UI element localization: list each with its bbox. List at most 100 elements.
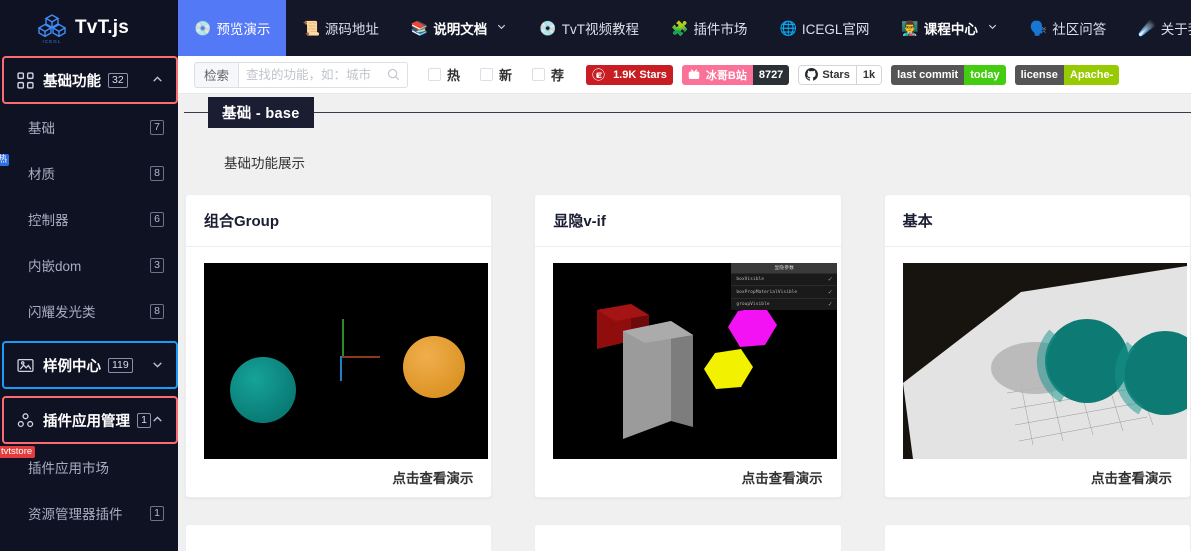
card-body: [885, 247, 1190, 459]
gitee-stars-badge[interactable]: 1.9K Stars: [586, 65, 673, 85]
three-scene-visibility: 显隐参数 boxVisible ✓ boxPropMaterialVisible…: [553, 263, 837, 459]
gui-panel[interactable]: 显隐参数 boxVisible ✓ boxPropMaterialVisible…: [731, 263, 837, 310]
sidebar-group-plugins[interactable]: 插件应用管理 1: [0, 396, 178, 444]
sidebar-item-embedded-dom[interactable]: 内嵌dom 3: [0, 242, 178, 288]
license-badge[interactable]: license Apache-: [1015, 65, 1120, 85]
filter-checkbox-hot[interactable]: 热: [428, 65, 460, 84]
teacher-icon: 👨‍🏫: [901, 21, 918, 35]
sidebar-menu: 基础功能 32 基础 7 热 材质 8 控制器 6: [0, 56, 178, 536]
gui-checkbox-icon[interactable]: ✓: [828, 301, 832, 308]
nav-preview-demo[interactable]: 💿 预览演示: [178, 0, 286, 56]
grid-icon: [17, 72, 34, 89]
sidebar-item-material[interactable]: 热 材质 8: [0, 150, 178, 196]
section-header: 基础 - base: [178, 94, 1191, 130]
nav-video-tutorial[interactable]: 💿 TvT视频教程: [523, 0, 655, 56]
filter-checkbox-new[interactable]: 新: [480, 65, 512, 84]
checkbox-box[interactable]: [532, 68, 545, 81]
demo-card[interactable]: [534, 524, 841, 551]
sidebar-item-label: 闪耀发光类: [28, 301, 96, 321]
checkbox-label: 热: [447, 65, 460, 84]
checkbox-label: 新: [499, 65, 512, 84]
chevron-down-icon[interactable]: [987, 21, 998, 35]
search-group: 检索: [194, 62, 408, 88]
search-icon: [387, 68, 400, 81]
chevron-up-icon[interactable]: [151, 413, 164, 428]
sidebar-item-basic[interactable]: 基础 7: [0, 104, 178, 150]
nav-label: 预览演示: [216, 18, 270, 38]
last-commit-value: today: [964, 65, 1005, 85]
sidebar-item-label: 插件应用市场: [28, 457, 109, 477]
nav-docs[interactable]: 📚 说明文档: [395, 0, 523, 56]
filter-checkbox-recommend[interactable]: 荐: [532, 65, 564, 84]
bilibili-badge[interactable]: 冰哥B站 8727: [682, 65, 789, 85]
chevron-down-icon[interactable]: [151, 358, 164, 373]
sidebar-group-label: 插件应用管理: [43, 410, 130, 431]
nav-label: 社区问答: [1052, 18, 1106, 38]
github-stars-badge[interactable]: Stars 1k: [798, 65, 882, 85]
nav-course-center[interactable]: 👨‍🏫 课程中心: [885, 0, 1013, 56]
brand[interactable]: ICEGL TvT.js: [0, 0, 178, 56]
hot-tag-badge: 热: [0, 154, 9, 166]
card-action-link[interactable]: 点击查看演示: [535, 459, 840, 497]
demo-card[interactable]: 组合Group 点击查看演示: [185, 194, 492, 498]
search-field[interactable]: [238, 62, 408, 88]
badge-group: 1.9K Stars 冰哥B站 8727: [586, 65, 1119, 85]
globe-icon: 🌐: [779, 21, 796, 35]
gui-row[interactable]: boxVisible ✓: [731, 273, 837, 285]
last-commit-badge[interactable]: last commit today: [891, 65, 1005, 85]
sidebar-item-label: 基础: [28, 117, 55, 137]
nav-community-qa[interactable]: 🗣️ 社区问答: [1014, 0, 1122, 56]
books-icon: 📚: [411, 21, 428, 35]
checkbox-box[interactable]: [428, 68, 441, 81]
gui-checkbox-icon[interactable]: ✓: [828, 289, 832, 296]
nav-label: 源码地址: [325, 18, 379, 38]
sidebar-item-resource-manager[interactable]: 资源管理器插件 1: [0, 490, 178, 536]
sidebar-item-plugin-market[interactable]: tvtstore 插件应用市场: [0, 444, 178, 490]
gui-row[interactable]: boxPropMaterialVisible ✓: [731, 285, 837, 297]
demo-card[interactable]: 基本: [884, 194, 1191, 498]
card-body: [186, 247, 491, 459]
top-navigation: 💿 预览演示 📜 源码地址 📚 说明文档 💿 TvT视频教程: [178, 0, 1191, 56]
sidebar-group-label: 基础功能: [43, 70, 101, 91]
nav-icegl-site[interactable]: 🌐 ICEGL官网: [763, 0, 885, 56]
card-action-link[interactable]: 点击查看演示: [186, 459, 491, 497]
puzzle-icon: 🧩: [671, 21, 688, 35]
demo-card[interactable]: [185, 524, 492, 551]
nav-source-code[interactable]: 📜 源码地址: [286, 0, 394, 56]
sidebar-item-count: 8: [150, 166, 164, 181]
axis-x: [342, 356, 380, 358]
card-action-link[interactable]: 点击查看演示: [885, 459, 1190, 497]
nav-plugin-market[interactable]: 🧩 插件市场: [655, 0, 763, 56]
gui-row[interactable]: groupVisible ✓: [731, 298, 837, 310]
axis-y: [342, 319, 344, 357]
grey-box: [623, 321, 693, 439]
gui-row-key: boxVisible: [736, 277, 764, 282]
sidebar-item-glow[interactable]: 闪耀发光类 8: [0, 288, 178, 334]
comet-icon: ☄️: [1138, 21, 1155, 35]
sidebar-item-controller[interactable]: 控制器 6: [0, 196, 178, 242]
github-badge-count: 1k: [856, 66, 881, 84]
cd-icon: 💿: [539, 21, 556, 35]
checkbox-box[interactable]: [480, 68, 493, 81]
chevron-down-icon[interactable]: [496, 21, 507, 35]
sidebar-group-count: 1: [137, 413, 151, 428]
demo-card[interactable]: [884, 524, 1191, 551]
sidebar-group-examples[interactable]: 样例中心 119: [0, 341, 178, 389]
sidebar-item-count: 6: [150, 212, 164, 227]
search-input[interactable]: [246, 68, 383, 82]
demo-thumbnail-basic[interactable]: [903, 263, 1187, 459]
chevron-up-icon[interactable]: [151, 73, 164, 88]
nav-label: TvT视频教程: [562, 18, 639, 38]
nav-label: ICEGL官网: [802, 18, 870, 38]
page-title: 基础 - base: [208, 97, 314, 128]
sidebar-group-basic[interactable]: 基础功能 32: [0, 56, 178, 104]
nav-label: 关于我们: [1161, 18, 1191, 38]
demo-card[interactable]: 显隐v-if: [534, 194, 841, 498]
gui-checkbox-icon[interactable]: ✓: [828, 276, 832, 283]
search-button[interactable]: 检索: [194, 62, 238, 88]
demo-thumbnail-group[interactable]: [204, 263, 488, 459]
brand-name: TvT.js: [75, 17, 129, 39]
card-grid-row2: [178, 498, 1191, 551]
demo-thumbnail-visibility[interactable]: 显隐参数 boxVisible ✓ boxPropMaterialVisible…: [553, 263, 837, 459]
nav-about-us[interactable]: ☄️ 关于我们: [1122, 0, 1191, 56]
